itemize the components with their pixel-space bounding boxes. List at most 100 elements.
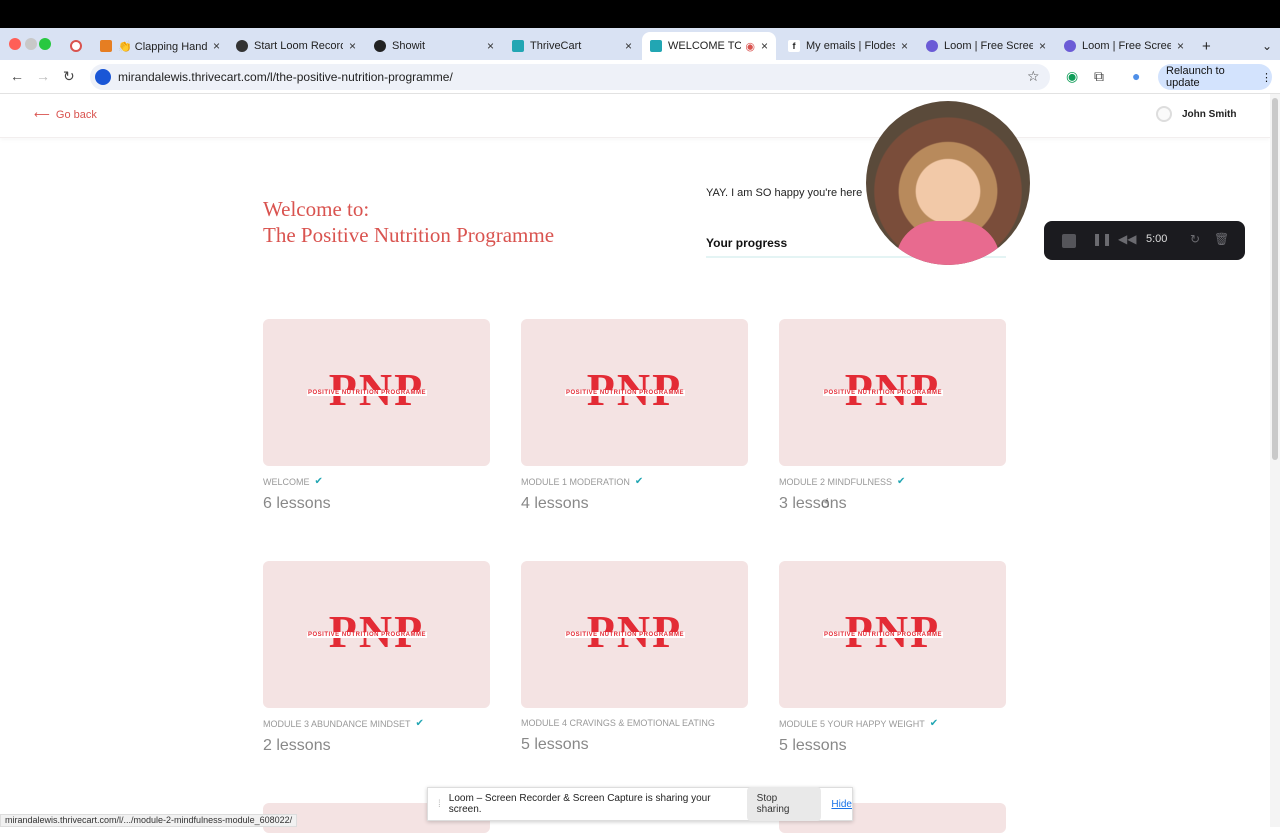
module-name: MODULE 4 CRAVINGS & EMOTIONAL EATING (521, 718, 715, 728)
page-title: Welcome to: The Positive Nutrition Progr… (263, 197, 555, 247)
restart-icon[interactable]: ↻ (1190, 232, 1200, 246)
module-thumbnail[interactable]: PNPPOSITIVE NUTRITION PROGRAMME (521, 561, 748, 708)
tab-flodesk[interactable]: f My emails | Flodesk × (780, 32, 916, 60)
pause-icon[interactable]: ❚❚ (1092, 232, 1112, 246)
loom-icon (1064, 40, 1076, 52)
close-tab-icon[interactable]: × (1177, 39, 1184, 53)
close-tab-icon[interactable]: × (213, 39, 220, 53)
module-card[interactable]: PNPPOSITIVE NUTRITION PROGRAMME MODULE 5 … (779, 561, 1006, 755)
checkmark-icon: ✔ (897, 476, 906, 487)
tab-loom-2[interactable]: Loom | Free Screen × (1056, 32, 1192, 60)
tab-recording[interactable] (62, 32, 90, 60)
progress-label: Your progress (706, 236, 788, 250)
module-name: WELCOME ✔ (263, 476, 323, 487)
presenter-figure (896, 221, 1000, 265)
reload-icon[interactable]: ↻ (63, 68, 75, 85)
tab-showit[interactable]: Showit × (366, 32, 502, 60)
bookmark-star-icon[interactable]: ☆ (1027, 68, 1040, 85)
rewind-icon[interactable]: ◀◀ (1118, 232, 1136, 246)
close-window-button[interactable] (9, 38, 21, 50)
more-menu-icon[interactable]: ⋮ (1261, 71, 1272, 84)
close-tab-icon[interactable]: × (901, 39, 908, 53)
tab-search-chevron-icon[interactable]: ⌄ (1254, 32, 1274, 60)
relaunch-button[interactable]: Relaunch to update ⋮ (1158, 64, 1272, 90)
lesson-count: 2 lessons (263, 737, 331, 754)
drag-handle-icon[interactable]: ⁞ (438, 799, 441, 810)
tab-welcome[interactable]: WELCOME TO T ◉ × (642, 32, 776, 60)
browser-toolbar: ← → ↻ mirandalewis.thrivecart.com/l/the-… (0, 60, 1280, 94)
showit-icon (374, 40, 386, 52)
stop-sharing-button[interactable]: Stop sharing (746, 787, 822, 821)
status-bar-url: mirandalewis.thrivecart.com/l/.../module… (0, 814, 298, 827)
new-tab-icon[interactable]: + (1194, 32, 1214, 60)
pnp-logo-subtitle: POSITIVE NUTRITION PROGRAMME (307, 390, 427, 396)
arrow-left-icon: ⟵ (34, 109, 50, 121)
user-name[interactable]: John Smith (1182, 109, 1236, 120)
scrollbar-thumb[interactable] (1272, 98, 1278, 460)
thrivecart-icon (650, 40, 662, 52)
pnp-logo-subtitle: POSITIVE NUTRITION PROGRAMME (565, 390, 685, 396)
tab-start-loom[interactable]: Start Loom Recordi × (228, 32, 364, 60)
hide-button[interactable]: Hide (831, 799, 852, 810)
grammarly-icon[interactable]: ◉ (1066, 68, 1078, 85)
checkmark-icon: ✔ (415, 718, 424, 729)
module-thumbnail[interactable]: PNPPOSITIVE NUTRITION PROGRAMME (521, 319, 748, 466)
module-name: MODULE 3 ABUNDANCE MINDSET ✔ (263, 718, 424, 729)
module-thumbnail[interactable]: PNPPOSITIVE NUTRITION PROGRAMME (263, 319, 490, 466)
loom-camera-bubble[interactable] (866, 101, 1030, 265)
pnp-logo-subtitle: POSITIVE NUTRITION PROGRAMME (565, 632, 685, 638)
trash-icon[interactable]: 🗑 (1214, 232, 1229, 246)
pnp-logo-subtitle: POSITIVE NUTRITION PROGRAMME (307, 632, 427, 638)
recording-timer: 5:00 (1146, 233, 1168, 245)
os-top-bar (0, 0, 1280, 28)
close-tab-icon[interactable]: × (487, 39, 494, 53)
close-tab-icon[interactable]: × (1039, 39, 1046, 53)
avatar[interactable] (1156, 106, 1172, 122)
forward-arrow-icon[interactable]: → (36, 68, 50, 84)
facebook-icon: f (788, 40, 800, 52)
checkmark-icon: ✔ (634, 476, 644, 487)
module-card[interactable]: PNPPOSITIVE NUTRITION PROGRAMME MODULE 3 … (263, 561, 490, 755)
maximize-window-button[interactable] (39, 38, 51, 50)
checkmark-icon: ✔ (314, 476, 323, 487)
profile-icon[interactable]: ● (1132, 68, 1140, 84)
module-name: MODULE 1 MODERATION ✔ (521, 476, 644, 487)
browser-tab-strip: 👏 Clapping Hands × Start Loom Recordi × … (0, 28, 1280, 60)
module-card[interactable]: PNPPOSITIVE NUTRITION PROGRAMME MODULE 4 … (521, 561, 748, 754)
close-tab-icon[interactable]: × (625, 39, 632, 53)
module-thumbnail[interactable]: PNPPOSITIVE NUTRITION PROGRAMME (779, 561, 1006, 708)
extensions-icon[interactable]: ⧉ (1094, 68, 1104, 85)
loom-icon (236, 40, 248, 52)
course-page: ⟵ Go back John Smith Welcome to: The Pos… (0, 94, 1270, 833)
module-name: MODULE 2 MINDFULNESS ✔ (779, 476, 906, 487)
module-thumbnail[interactable]: PNPPOSITIVE NUTRITION PROGRAMME (263, 561, 490, 708)
module-card[interactable]: PNPPOSITIVE NUTRITION PROGRAMME MODULE 2 … (779, 319, 1006, 513)
loom-recording-controls: ❚❚ ◀◀ ↻ 🗑 (1044, 221, 1245, 260)
recording-indicator-icon: ◉ (745, 40, 755, 53)
url-text: mirandalewis.thrivecart.com/l/the-positi… (118, 70, 453, 84)
tab-loom-1[interactable]: Loom | Free Screen × (918, 32, 1054, 60)
back-arrow-icon[interactable]: ← (10, 68, 24, 84)
lesson-count: 6 lessons (263, 495, 331, 512)
share-message: Loom – Screen Recorder & Screen Capture … (448, 793, 711, 815)
minimize-window-button[interactable] (25, 38, 37, 50)
module-card[interactable]: PNPPOSITIVE NUTRITION PROGRAMME MODULE 1 … (521, 319, 748, 513)
record-icon (70, 40, 82, 52)
address-bar[interactable]: mirandalewis.thrivecart.com/l/the-positi… (90, 64, 1050, 90)
module-thumbnail[interactable]: PNPPOSITIVE NUTRITION PROGRAMME (779, 319, 1006, 466)
close-tab-icon[interactable]: × (349, 39, 356, 53)
lesson-count: 3 lessons (779, 495, 847, 512)
tab-clapping-hands[interactable]: 👏 Clapping Hands × (92, 32, 228, 60)
welcome-message: YAY. I am SO happy you're here (706, 187, 863, 199)
tab-thrivecart[interactable]: ThriveCart × (504, 32, 640, 60)
go-back-link[interactable]: ⟵ Go back (34, 108, 97, 121)
pnp-logo-subtitle: POSITIVE NUTRITION PROGRAMME (823, 632, 943, 638)
module-card[interactable]: PNPPOSITIVE NUTRITION PROGRAMME WELCOME✔ 6… (263, 319, 490, 513)
lesson-count: 4 lessons (521, 495, 589, 512)
stop-recording-icon[interactable] (1062, 234, 1076, 248)
pnp-logo-subtitle: POSITIVE NUTRITION PROGRAMME (823, 390, 943, 396)
loom-icon (926, 40, 938, 52)
lesson-count: 5 lessons (521, 736, 589, 753)
site-info-icon[interactable] (95, 69, 111, 85)
close-tab-icon[interactable]: × (761, 39, 768, 53)
